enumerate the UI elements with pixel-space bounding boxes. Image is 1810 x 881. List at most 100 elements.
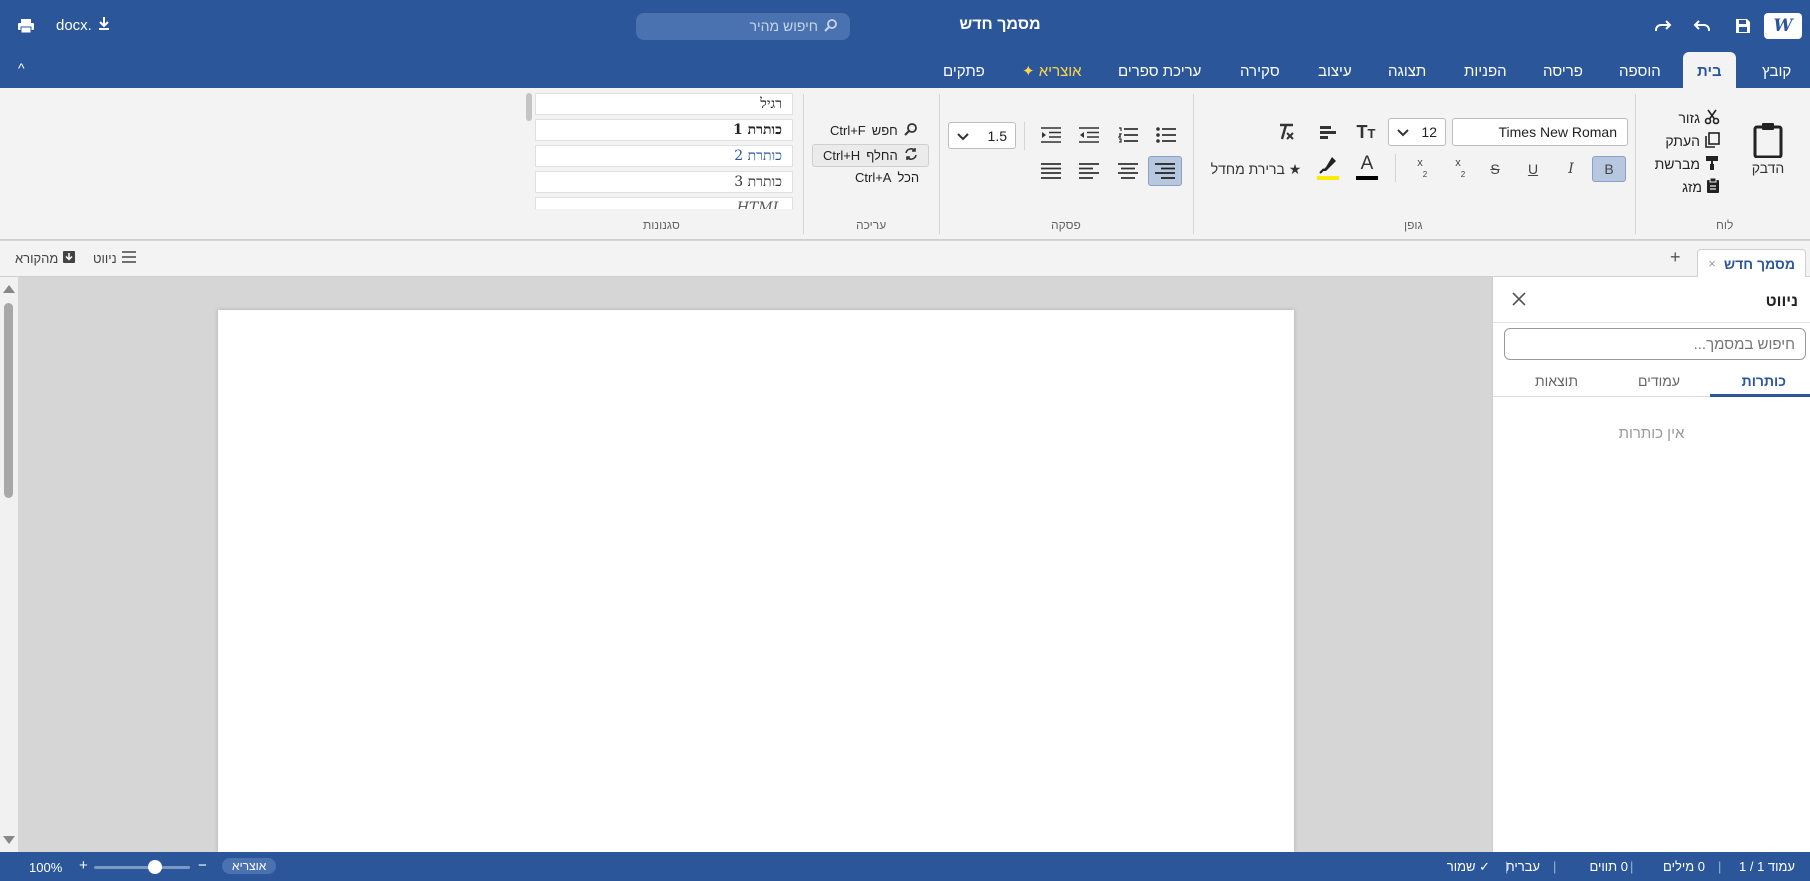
format-painter-button[interactable]: מברשת	[1640, 154, 1720, 174]
align-center-icon	[1118, 163, 1138, 179]
style-heading-2[interactable]: כותרת 2	[535, 145, 793, 167]
styles-scrollbar[interactable]	[526, 93, 532, 121]
change-case-button[interactable]: TT	[1351, 119, 1381, 145]
superscript-button[interactable]: x 2	[1403, 156, 1437, 182]
language-indicator[interactable]: עברית	[1506, 859, 1540, 874]
status-bar: עמוד 1 / 1 | 0 מילים | 0 תווים | עברית |…	[0, 852, 1810, 881]
scroll-down-icon[interactable]	[3, 836, 15, 844]
tab-otzaria[interactable]: ✦ אוצריא	[1022, 52, 1082, 88]
underline-button[interactable]: U	[1516, 156, 1550, 182]
paste-button[interactable]: הדבק	[1740, 122, 1796, 176]
status-separator: |	[1505, 859, 1509, 874]
zoom-slider-handle[interactable]	[148, 860, 162, 874]
tab-insert[interactable]: הוספה	[1619, 52, 1661, 88]
replace-button[interactable]: החלף Ctrl+H	[812, 144, 929, 167]
document-page[interactable]	[218, 310, 1294, 852]
style-heading-3[interactable]: כותרת 3	[535, 171, 793, 193]
active-tab-indicator	[1710, 394, 1810, 397]
highlight-swatch	[1317, 175, 1339, 180]
line-spacing-select[interactable]: 1.5	[948, 122, 1016, 149]
zoom-out-button[interactable]: −	[198, 857, 207, 874]
text-direction-button[interactable]	[1313, 119, 1343, 145]
tab-design[interactable]: עיצוב	[1318, 52, 1352, 88]
select-all-label: הכל	[897, 170, 920, 185]
align-center-button[interactable]	[1111, 156, 1145, 186]
font-family-select[interactable]: Times New Roman	[1452, 118, 1628, 146]
subscript-button[interactable]: x 2	[1441, 156, 1475, 182]
align-right-icon	[1155, 163, 1175, 179]
scroll-up-icon[interactable]	[3, 285, 15, 293]
strikethrough-button[interactable]: S	[1478, 156, 1512, 182]
group-separator	[803, 94, 804, 234]
bullet-list-button[interactable]	[1149, 120, 1183, 150]
replace-icon	[904, 147, 918, 164]
download-box-icon	[63, 251, 76, 266]
bold-button[interactable]: B	[1592, 156, 1626, 182]
print-icon[interactable]	[13, 13, 39, 39]
scroll-thumb[interactable]	[4, 303, 13, 498]
font-size-select[interactable]: 12	[1388, 118, 1446, 146]
vertical-scrollbar[interactable]	[0, 277, 18, 852]
copy-button[interactable]: העתק	[1640, 131, 1720, 151]
close-icon[interactable]	[1511, 291, 1527, 310]
group-separator	[1193, 94, 1194, 234]
tab-references[interactable]: הפניות	[1464, 52, 1507, 88]
reader-label: מהקורא	[15, 251, 59, 266]
style-html[interactable]: HTML	[535, 197, 793, 209]
nav-tab-headings[interactable]: כותרות	[1742, 373, 1786, 389]
default-font-button[interactable]: ★ ברירת מחדל	[1206, 158, 1306, 180]
highlight-button[interactable]	[1311, 150, 1345, 184]
quick-search[interactable]: חיפוש מהיר	[636, 13, 850, 40]
numbered-list-button[interactable]	[1111, 120, 1145, 150]
group-separator	[939, 94, 940, 234]
copy-label: העתק	[1665, 133, 1700, 149]
italic-button[interactable]: I	[1554, 156, 1588, 182]
menu-icon	[121, 251, 136, 266]
increase-indent-button[interactable]	[1034, 120, 1068, 150]
new-tab-button[interactable]: +	[1670, 247, 1681, 268]
tab-book-editing[interactable]: עריכת ספרים	[1118, 52, 1201, 88]
clear-formatting-button[interactable]	[1271, 119, 1301, 145]
highlighter-icon	[1319, 156, 1336, 174]
tab-review[interactable]: סקירה	[1240, 52, 1280, 88]
styles-gallery: רגיל כותרת 1 כותרת 2 כותרת 3 HTML	[535, 93, 793, 209]
group-label-paragraph: פסקה	[1051, 218, 1081, 232]
style-normal[interactable]: רגיל	[535, 93, 793, 115]
replace-shortcut: Ctrl+H	[823, 148, 861, 163]
document-tab[interactable]: מסמך חדש ×	[1697, 249, 1806, 277]
tab-file[interactable]: קובץ	[1762, 52, 1791, 88]
nav-tab-results[interactable]: תוצאות	[1535, 373, 1578, 389]
navigation-pane: ניווט כותרות עמודים תוצאות אין כותרות	[1492, 277, 1810, 852]
scissors-icon	[1704, 109, 1720, 128]
replace-label: החלף	[866, 148, 898, 163]
nav-tab-pages[interactable]: עמודים	[1638, 373, 1680, 389]
decrease-indent-button[interactable]	[1072, 120, 1106, 150]
document-tab-title: מסמך חדש	[1723, 255, 1795, 272]
cut-button[interactable]: גזור	[1640, 108, 1720, 128]
close-tab-icon[interactable]: ×	[1708, 256, 1716, 271]
style-heading-1[interactable]: כותרת 1	[535, 119, 793, 141]
group-label-clipboard: לוח	[1716, 218, 1734, 232]
undo-icon[interactable]	[1689, 13, 1715, 39]
align-right-button[interactable]	[1148, 156, 1182, 186]
find-button[interactable]: חפש Ctrl+F	[830, 122, 918, 139]
font-color-button[interactable]: A	[1350, 150, 1384, 184]
merge-button[interactable]: מזג	[1640, 177, 1720, 197]
select-all-button[interactable]: הכל Ctrl+A	[855, 170, 919, 185]
collapse-ribbon-icon[interactable]: ^	[18, 60, 25, 76]
justify-button[interactable]	[1034, 156, 1068, 186]
zoom-in-button[interactable]: +	[79, 857, 88, 874]
document-search-input[interactable]	[1504, 328, 1806, 360]
navigation-toggle-button[interactable]: ניווט	[93, 251, 136, 266]
reader-button[interactable]: מהקורא	[15, 251, 76, 266]
tab-notes[interactable]: פתקים	[943, 52, 985, 88]
tab-layout[interactable]: פריסה	[1543, 52, 1583, 88]
zoom-slider[interactable]	[94, 866, 190, 869]
otzaria-badge[interactable]: אוצריא	[222, 858, 277, 874]
export-docx-button[interactable]: docx.	[56, 16, 110, 34]
tab-view[interactable]: תצוגה	[1388, 52, 1426, 88]
align-left-button[interactable]	[1072, 156, 1106, 186]
tab-home[interactable]: בית	[1683, 52, 1736, 88]
save-icon[interactable]	[1730, 13, 1756, 39]
redo-icon[interactable]	[1650, 13, 1676, 39]
